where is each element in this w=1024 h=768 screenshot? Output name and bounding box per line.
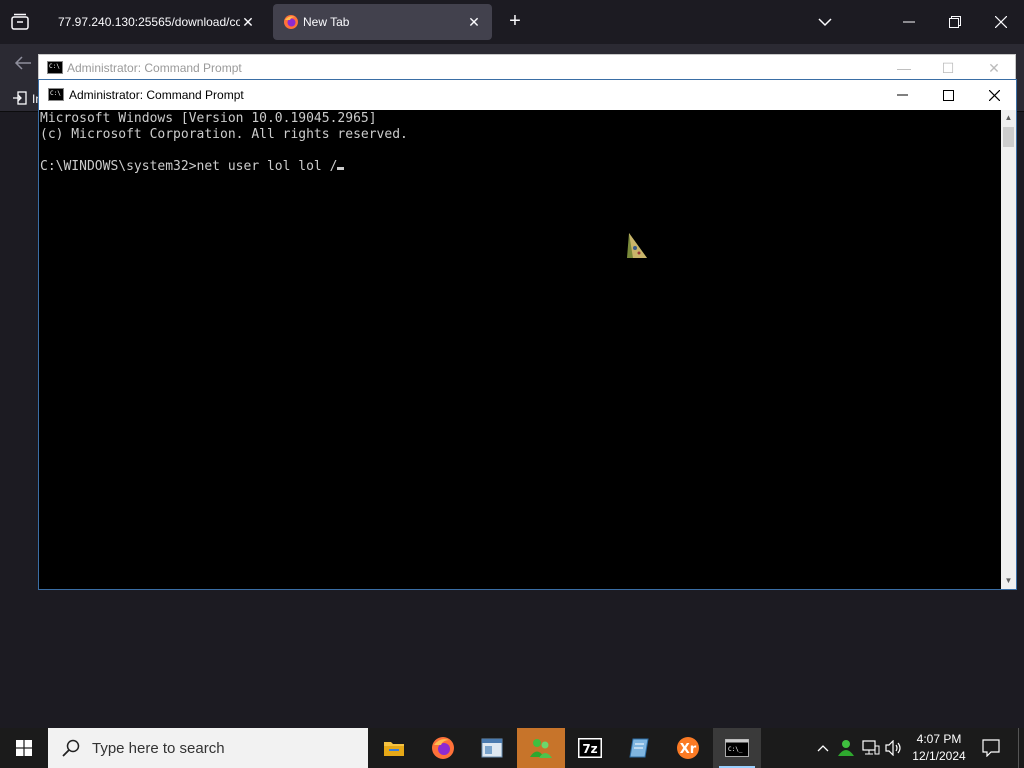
search-icon bbox=[62, 739, 80, 757]
svg-text:7z: 7z bbox=[582, 742, 597, 756]
windows-logo-icon bbox=[16, 740, 32, 756]
tab-title: New Tab bbox=[303, 15, 350, 29]
console-line: (c) Microsoft Corporation. All rights re… bbox=[40, 127, 408, 142]
scrollbar-thumb[interactable] bbox=[1003, 127, 1014, 147]
back-arrow-icon[interactable] bbox=[14, 56, 34, 72]
text-cursor bbox=[337, 167, 345, 170]
tab-new-tab[interactable]: New Tab ✕ bbox=[273, 4, 492, 40]
xampp-icon: Xr bbox=[677, 737, 699, 759]
notifications-icon[interactable] bbox=[978, 728, 1004, 768]
folder-icon bbox=[384, 742, 404, 756]
close-button[interactable] bbox=[971, 80, 1017, 110]
svg-text:Xr: Xr bbox=[680, 742, 697, 757]
minimize-button[interactable] bbox=[886, 0, 932, 44]
clock-date: 12/1/2024 bbox=[912, 749, 966, 763]
vertical-scrollbar[interactable]: ▲ ▼ bbox=[1001, 110, 1016, 589]
console-prompt-line: C:\WINDOWS\system32>net user lol lol / bbox=[40, 159, 338, 174]
window-title: Administrator: Command Prompt bbox=[67, 61, 242, 75]
command-prompt-icon: C:\_ bbox=[725, 739, 749, 757]
clock-time: 4:07 PM bbox=[916, 732, 962, 746]
mouse-cursor-icon bbox=[625, 232, 649, 262]
search-placeholder: Type here to search bbox=[92, 739, 225, 757]
firefox-taskbar-button[interactable] bbox=[419, 728, 467, 768]
firefox-icon bbox=[432, 737, 454, 759]
notebook-icon bbox=[629, 738, 649, 758]
scroll-down-arrow-icon[interactable]: ▼ bbox=[1001, 573, 1016, 588]
tab-title: 77.97.240.130:25565/download/con bbox=[58, 15, 240, 29]
start-button[interactable] bbox=[0, 728, 48, 768]
window-title: Administrator: Command Prompt bbox=[69, 88, 244, 102]
cmd-title-bar[interactable]: C:\ Administrator: Command Prompt bbox=[39, 80, 1016, 110]
tab-download[interactable]: 77.97.240.130:25565/download/con ✕ bbox=[44, 4, 266, 40]
close-tab-icon[interactable]: ✕ bbox=[240, 14, 256, 31]
generic-app-taskbar-button[interactable] bbox=[468, 728, 516, 768]
svg-text:C:\_: C:\_ bbox=[728, 746, 743, 753]
firefox-icon bbox=[283, 14, 299, 30]
close-tab-icon[interactable]: ✕ bbox=[466, 14, 482, 31]
user-status-tray-icon[interactable] bbox=[836, 728, 856, 768]
maximize-button[interactable] bbox=[925, 80, 971, 110]
new-tab-plus-icon[interactable]: + bbox=[504, 10, 526, 34]
cmd-icon: C:\ bbox=[47, 61, 63, 74]
window-app-icon bbox=[481, 738, 503, 758]
file-explorer-taskbar-button[interactable] bbox=[370, 728, 418, 768]
windows-taskbar: Type here to search 7z Xr C:\_ 4:07 PM 1… bbox=[0, 728, 1024, 768]
taskbar-search-box[interactable]: Type here to search bbox=[48, 728, 368, 768]
command-prompt-taskbar-button[interactable]: C:\_ bbox=[713, 728, 761, 768]
show-hidden-icons-chevron-icon[interactable] bbox=[814, 728, 832, 768]
xampp-taskbar-button[interactable]: Xr bbox=[664, 728, 712, 768]
7zip-taskbar-button[interactable]: 7z bbox=[566, 728, 614, 768]
import-bookmarks-icon[interactable] bbox=[12, 90, 28, 106]
browser-tab-bar: 77.97.240.130:25565/download/con ✕ New T… bbox=[0, 0, 1024, 44]
cmd-window[interactable]: C:\ Administrator: Command Prompt Micros… bbox=[38, 79, 1017, 590]
cmd-icon: C:\ bbox=[48, 88, 64, 101]
cmd-window-background[interactable]: C:\ Administrator: Command Prompt — ☐ ✕ bbox=[38, 54, 1016, 80]
list-all-tabs-chevron-icon[interactable] bbox=[802, 0, 848, 44]
volume-icon[interactable] bbox=[884, 728, 904, 768]
7zip-icon: 7z bbox=[578, 738, 602, 758]
taskbar-clock[interactable]: 4:07 PM 12/1/2024 bbox=[904, 728, 974, 768]
minimize-button[interactable] bbox=[879, 80, 925, 110]
scroll-up-arrow-icon[interactable]: ▲ bbox=[1001, 110, 1016, 125]
console-line: Microsoft Windows [Version 10.0.19045.29… bbox=[40, 111, 377, 126]
tab-list-icon[interactable] bbox=[10, 13, 30, 31]
close-window-button[interactable] bbox=[978, 0, 1024, 44]
console-output[interactable]: Microsoft Windows [Version 10.0.19045.29… bbox=[39, 110, 1001, 589]
users-icon bbox=[530, 739, 552, 758]
network-icon[interactable] bbox=[861, 728, 881, 768]
notebook-app-taskbar-button[interactable] bbox=[615, 728, 663, 768]
restore-button[interactable] bbox=[932, 0, 978, 44]
show-desktop-button[interactable] bbox=[1018, 728, 1024, 768]
green-people-app-taskbar-button[interactable] bbox=[517, 728, 565, 768]
